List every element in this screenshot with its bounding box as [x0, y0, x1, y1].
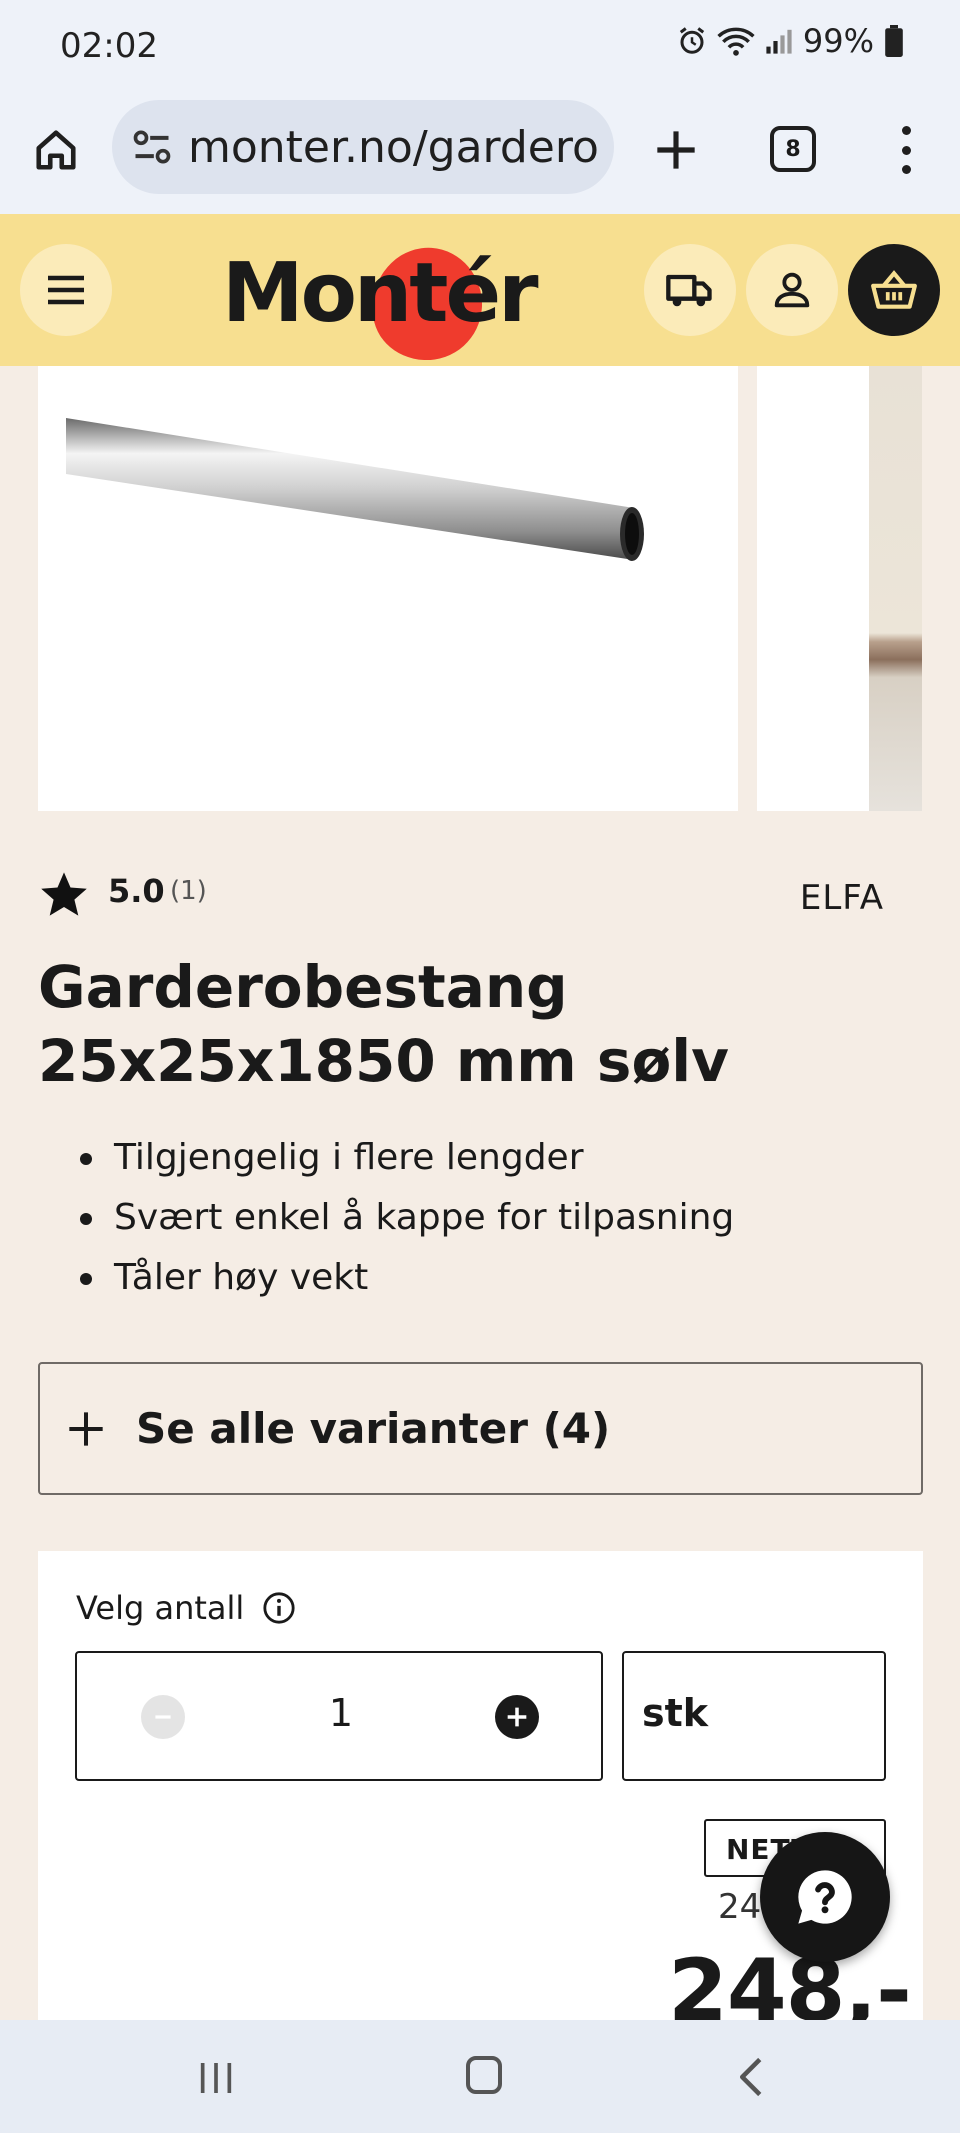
- tab-switcher-button[interactable]: 8: [770, 126, 816, 172]
- back-icon[interactable]: [736, 2056, 766, 2098]
- system-nav-bar: [0, 2020, 960, 2133]
- new-tab-button[interactable]: [648, 122, 704, 178]
- site-settings-icon[interactable]: [130, 125, 174, 169]
- wifi-icon: [717, 27, 755, 56]
- increase-quantity-button[interactable]: [495, 1695, 539, 1739]
- rod-image: [66, 418, 644, 561]
- battery-percent: 99%: [802, 22, 874, 60]
- plus-icon: [507, 1707, 527, 1727]
- status-bar: 02:02 99%: [0, 0, 960, 92]
- menu-dot: [901, 145, 911, 155]
- rating-row: 5.0 (1) ELFA: [38, 868, 884, 928]
- highlight-item: Tåler høy vekt: [80, 1248, 734, 1308]
- question-chat-icon: [798, 1870, 852, 1924]
- browser-home-button[interactable]: [28, 122, 84, 178]
- basket-icon: [871, 270, 917, 309]
- account-button[interactable]: [746, 244, 838, 336]
- variants-toggle-button[interactable]: Se alle varianter (4): [38, 1362, 923, 1495]
- product-title: Garderobestang 25x25x1850 mm sølv: [38, 953, 729, 1095]
- status-icons: 99%: [677, 22, 904, 60]
- user-icon: [774, 272, 810, 308]
- quantity-label: Velg antall: [76, 1589, 245, 1627]
- rating-value: 5.0: [108, 872, 165, 910]
- alarm-icon: [679, 27, 705, 54]
- plus-icon: [657, 131, 695, 169]
- signal-icon: [766, 29, 792, 54]
- highlight-item: Tilgjengelig i flere lengder: [80, 1128, 734, 1188]
- variants-label: Se alle varianter (4): [136, 1404, 611, 1453]
- rating-count[interactable]: (1): [170, 876, 207, 906]
- site-header: Montér: [0, 214, 960, 368]
- site-logo[interactable]: Montér: [222, 232, 539, 368]
- unit-value: stk: [642, 1691, 709, 1735]
- menu-dot: [901, 165, 911, 174]
- cart-button[interactable]: [848, 244, 940, 336]
- original-price: 24: [718, 1887, 762, 1927]
- browser-menu-button[interactable]: [882, 122, 930, 178]
- url-text: monter.no/gardero: [188, 121, 599, 173]
- browser-toolbar: monter.no/gardero 8: [0, 92, 960, 214]
- info-icon[interactable]: [262, 1591, 296, 1625]
- wardrobe-photo: [869, 366, 922, 811]
- home-icon: [36, 130, 76, 170]
- quantity-label-row: Velg antall: [76, 1589, 296, 1627]
- highlight-item: Svært enkel å kappe for tilpasning: [80, 1188, 734, 1248]
- status-time: 02:02: [60, 26, 158, 66]
- address-bar[interactable]: monter.no/gardero: [112, 100, 614, 194]
- help-chat-button[interactable]: [760, 1832, 890, 1962]
- product-image-main[interactable]: [38, 366, 738, 811]
- recent-apps-icon[interactable]: [196, 2058, 236, 2098]
- product-highlights: Tilgjengelig i flere lengder Svært enkel…: [80, 1128, 734, 1308]
- home-nav-button[interactable]: [466, 2056, 502, 2094]
- truck-icon: [666, 274, 712, 307]
- unit-select[interactable]: stk: [622, 1651, 886, 1781]
- battery-icon: [885, 25, 903, 57]
- product-image-gallery[interactable]: [0, 366, 960, 811]
- plus-icon: [69, 1411, 103, 1446]
- logo-text: Montér: [222, 246, 539, 341]
- menu-dot: [901, 126, 911, 135]
- product-image-secondary[interactable]: [757, 366, 922, 811]
- star-icon: [41, 872, 87, 916]
- brand-link[interactable]: ELFA: [800, 878, 884, 918]
- quantity-stepper[interactable]: 1: [75, 1651, 603, 1781]
- menu-button[interactable]: [20, 244, 112, 336]
- delivery-button[interactable]: [644, 244, 736, 336]
- hamburger-icon: [48, 275, 84, 305]
